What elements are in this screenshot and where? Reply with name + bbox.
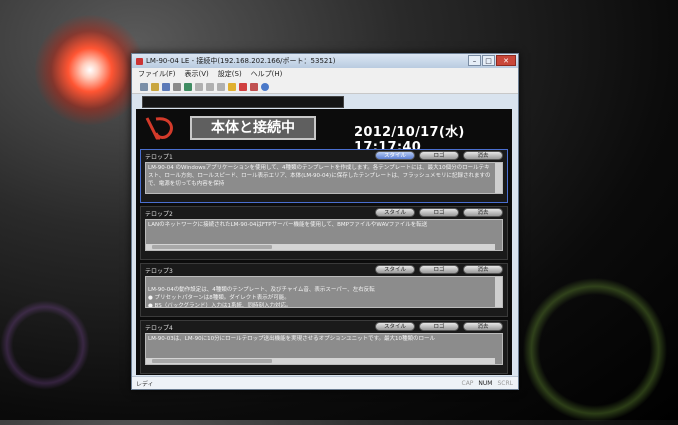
vertical-scrollbar[interactable]	[495, 163, 502, 193]
print-icon[interactable]	[173, 82, 181, 91]
status-bar: レディ CAP NUM SCRL	[132, 376, 518, 389]
paste-icon[interactable]	[206, 82, 214, 91]
app-window: LM-90-04 LE - 接続中(192.168.202.166/ポート：53…	[131, 53, 519, 390]
panel-label: テロップ4	[145, 325, 173, 332]
scroll-thumb[interactable]	[152, 359, 272, 363]
stop-icon[interactable]	[239, 82, 247, 91]
lens-flare-ring	[520, 275, 670, 425]
ready-status: レディ	[136, 380, 154, 388]
connection-status: 本体と接続中	[190, 116, 316, 140]
panel-label: テロップ2	[145, 211, 173, 218]
style-button[interactable]: スタイル	[375, 265, 415, 274]
maximize-button[interactable]: □	[482, 55, 495, 66]
horizontal-scrollbar[interactable]	[146, 244, 495, 250]
panel-label: テロップ1	[145, 154, 173, 161]
telop-text-field[interactable]: LM-90-04の動作設定は、4種類のテンプレート、及びチャイム音、表示スーパー…	[145, 276, 503, 308]
telop-text-field[interactable]: LM-90-04 のWindowsアプリケーションを使用して、4種類のテンプレー…	[145, 162, 503, 194]
lens-flare-light	[35, 15, 145, 125]
telop-text: LANのネットワークに接続されたLM-90-04はFTPサーバー機能を使用して、…	[148, 222, 428, 228]
status-strip	[142, 96, 344, 108]
open-icon[interactable]	[151, 82, 159, 91]
menu-bar: ファイル(F) 表示(V) 設定(S) ヘルプ(H)	[132, 68, 518, 80]
menu-file[interactable]: ファイル(F)	[138, 69, 176, 79]
logo-button[interactable]: ロゴ	[419, 322, 459, 331]
num-indicator: NUM	[478, 379, 493, 387]
clear-button[interactable]: 消去	[463, 208, 503, 217]
send-icon[interactable]	[228, 82, 236, 91]
logo-button[interactable]: ロゴ	[419, 151, 459, 160]
telop-text-field[interactable]: LANのネットワークに接続されたLM-90-04はFTPサーバー機能を使用して、…	[145, 219, 503, 251]
logo-button[interactable]: ロゴ	[419, 265, 459, 274]
main-display: 本体と接続中 2012/10/17(水) 17:17:40 テロップ1 スタイル…	[136, 109, 512, 375]
logo-button[interactable]: ロゴ	[419, 208, 459, 217]
style-button[interactable]: スタイル	[375, 151, 415, 160]
vertical-scrollbar[interactable]	[495, 277, 502, 307]
toolbar	[132, 80, 518, 94]
scrl-indicator: SCRL	[497, 379, 513, 387]
title-bar[interactable]: LM-90-04 LE - 接続中(192.168.202.166/ポート：53…	[132, 54, 518, 68]
telop-panel-4: テロップ4 スタイル ロゴ 消去 LM-90-03は、LM-90に10分にロール…	[140, 320, 508, 374]
brand-logo-icon	[145, 117, 173, 140]
close-button[interactable]: ✕	[496, 55, 516, 66]
menu-help[interactable]: ヘルプ(H)	[251, 69, 283, 79]
menu-settings[interactable]: 設定(S)	[218, 69, 242, 79]
telop-text-field[interactable]: LM-90-03は、LM-90に10分にロールテロップ送出機能を実現させるオプシ…	[145, 333, 503, 365]
new-icon[interactable]	[140, 82, 148, 91]
settings-icon[interactable]	[217, 82, 225, 91]
clear-button[interactable]: 消去	[463, 265, 503, 274]
copy-icon[interactable]	[195, 82, 203, 91]
cap-indicator: CAP	[461, 379, 474, 387]
style-button[interactable]: スタイル	[375, 208, 415, 217]
network-icon[interactable]	[250, 82, 258, 91]
save-icon[interactable]	[162, 82, 170, 91]
window-title: LM-90-04 LE - 接続中(192.168.202.166/ポート：53…	[146, 57, 336, 65]
clear-button[interactable]: 消去	[463, 151, 503, 160]
minimize-button[interactable]: –	[468, 55, 481, 66]
horizontal-scrollbar[interactable]	[146, 358, 495, 364]
lens-flare-ring-small	[0, 300, 90, 390]
telop-text: LM-90-03は、LM-90に10分にロールテロップ送出機能を実現させるオプシ…	[148, 336, 436, 342]
cut-icon[interactable]	[184, 82, 192, 91]
telop-panel-3: テロップ3 スタイル ロゴ 消去 LM-90-04の動作設定は、4種類のテンプレ…	[140, 263, 508, 317]
style-button[interactable]: スタイル	[375, 322, 415, 331]
clear-button[interactable]: 消去	[463, 322, 503, 331]
telop-panel-1: テロップ1 スタイル ロゴ 消去 LM-90-04 のWindowsアプリケーシ…	[140, 149, 508, 203]
telop-panel-2: テロップ2 スタイル ロゴ 消去 LANのネットワークに接続されたLM-90-0…	[140, 206, 508, 260]
menu-view[interactable]: 表示(V)	[185, 69, 209, 79]
telop-text: LM-90-04 のWindowsアプリケーションを使用して、4種類のテンプレー…	[148, 165, 491, 187]
panel-label: テロップ3	[145, 268, 173, 275]
telop-text: LM-90-04の動作設定は、4種類のテンプレート、及びチャイム音、表示スーパー…	[148, 287, 375, 308]
display-header: 本体と接続中 2012/10/17(水) 17:17:40	[136, 109, 512, 155]
scroll-thumb[interactable]	[152, 245, 272, 249]
app-icon	[136, 57, 143, 65]
help-icon[interactable]	[261, 82, 269, 91]
